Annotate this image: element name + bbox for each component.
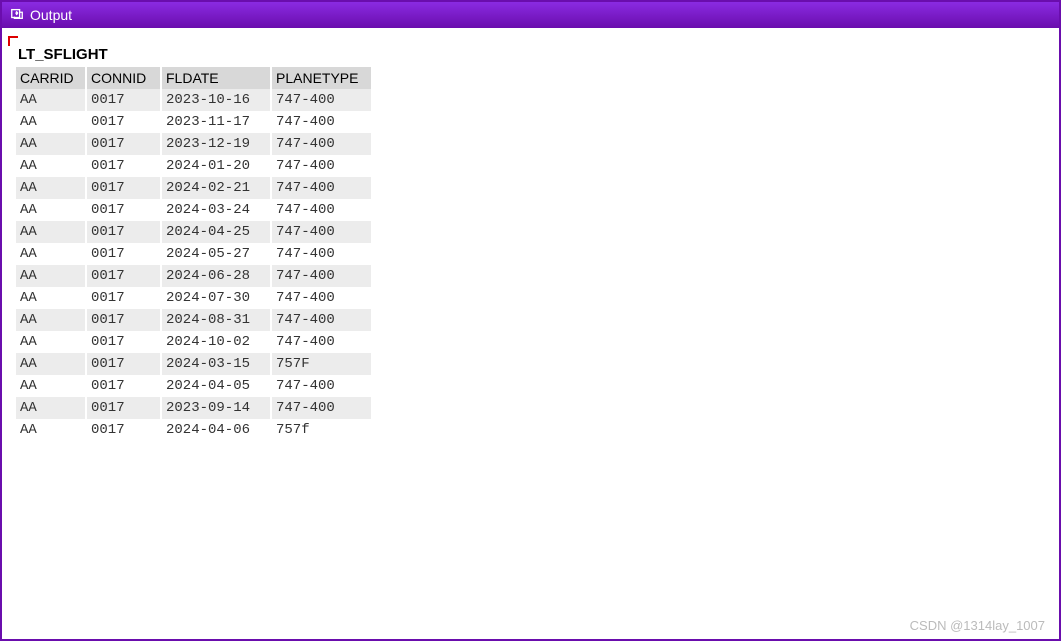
cell-connid: 0017 xyxy=(86,353,161,375)
cell-planetype: 747-400 xyxy=(271,89,371,111)
cell-fldate: 2023-09-14 xyxy=(161,397,271,419)
cell-carrid: AA xyxy=(16,331,86,353)
cell-planetype: 757F xyxy=(271,353,371,375)
cell-carrid: AA xyxy=(16,177,86,199)
content-area: LT_SFLIGHT CARRID CONNID FLDATE PLANETYP… xyxy=(2,28,1059,639)
output-icon xyxy=(10,7,24,24)
cell-fldate: 2024-04-05 xyxy=(161,375,271,397)
titlebar: Output xyxy=(2,2,1059,28)
cell-carrid: AA xyxy=(16,243,86,265)
table-row: AA00172023-11-17747-400 xyxy=(16,111,371,133)
table-row: AA00172024-02-21747-400 xyxy=(16,177,371,199)
table-row: AA00172024-06-28747-400 xyxy=(16,265,371,287)
cell-connid: 0017 xyxy=(86,177,161,199)
table-row: AA00172024-05-27747-400 xyxy=(16,243,371,265)
table-row: AA00172023-12-19747-400 xyxy=(16,133,371,155)
cell-carrid: AA xyxy=(16,221,86,243)
cell-carrid: AA xyxy=(16,309,86,331)
column-header-planetype: PLANETYPE xyxy=(271,67,371,89)
column-header-connid: CONNID xyxy=(86,67,161,89)
table-row: AA00172023-09-14747-400 xyxy=(16,397,371,419)
cell-planetype: 747-400 xyxy=(271,331,371,353)
column-header-carrid: CARRID xyxy=(16,67,86,89)
cell-carrid: AA xyxy=(16,375,86,397)
cell-fldate: 2024-05-27 xyxy=(161,243,271,265)
cell-planetype: 747-400 xyxy=(271,133,371,155)
cell-fldate: 2024-04-25 xyxy=(161,221,271,243)
cell-fldate: 2024-07-30 xyxy=(161,287,271,309)
corner-mark xyxy=(8,36,18,46)
cell-fldate: 2024-10-02 xyxy=(161,331,271,353)
cell-fldate: 2024-03-24 xyxy=(161,199,271,221)
cell-planetype: 747-400 xyxy=(271,221,371,243)
cell-connid: 0017 xyxy=(86,155,161,177)
cell-connid: 0017 xyxy=(86,309,161,331)
cell-planetype: 747-400 xyxy=(271,111,371,133)
cell-planetype: 747-400 xyxy=(271,397,371,419)
cell-connid: 0017 xyxy=(86,199,161,221)
cell-carrid: AA xyxy=(16,111,86,133)
cell-carrid: AA xyxy=(16,155,86,177)
cell-fldate: 2023-11-17 xyxy=(161,111,271,133)
table-row: AA00172024-03-24747-400 xyxy=(16,199,371,221)
cell-carrid: AA xyxy=(16,199,86,221)
watermark: CSDN @1314lay_1007 xyxy=(910,618,1045,633)
cell-carrid: AA xyxy=(16,265,86,287)
cell-fldate: 2023-10-16 xyxy=(161,89,271,111)
table-header-row: CARRID CONNID FLDATE PLANETYPE xyxy=(16,67,371,89)
cell-planetype: 747-400 xyxy=(271,177,371,199)
cell-carrid: AA xyxy=(16,133,86,155)
table-row: AA00172024-04-05747-400 xyxy=(16,375,371,397)
table-row: AA00172024-10-02747-400 xyxy=(16,331,371,353)
cell-connid: 0017 xyxy=(86,221,161,243)
cell-connid: 0017 xyxy=(86,265,161,287)
table-row: AA00172024-08-31747-400 xyxy=(16,309,371,331)
cell-carrid: AA xyxy=(16,287,86,309)
cell-fldate: 2024-08-31 xyxy=(161,309,271,331)
cell-fldate: 2024-04-06 xyxy=(161,419,271,441)
cell-fldate: 2024-02-21 xyxy=(161,177,271,199)
cell-connid: 0017 xyxy=(86,375,161,397)
cell-planetype: 747-400 xyxy=(271,243,371,265)
cell-connid: 0017 xyxy=(86,331,161,353)
table-row: AA00172024-07-30747-400 xyxy=(16,287,371,309)
cell-planetype: 747-400 xyxy=(271,199,371,221)
window-title: Output xyxy=(30,7,72,23)
cell-planetype: 747-400 xyxy=(271,375,371,397)
cell-connid: 0017 xyxy=(86,419,161,441)
cell-planetype: 747-400 xyxy=(271,155,371,177)
cell-carrid: AA xyxy=(16,397,86,419)
cell-fldate: 2024-01-20 xyxy=(161,155,271,177)
data-table: CARRID CONNID FLDATE PLANETYPE AA0017202… xyxy=(16,67,371,441)
column-header-fldate: FLDATE xyxy=(161,67,271,89)
cell-fldate: 2024-03-15 xyxy=(161,353,271,375)
cell-connid: 0017 xyxy=(86,397,161,419)
table-title: LT_SFLIGHT xyxy=(16,46,1045,63)
cell-connid: 0017 xyxy=(86,111,161,133)
cell-carrid: AA xyxy=(16,89,86,111)
cell-carrid: AA xyxy=(16,353,86,375)
cell-fldate: 2024-06-28 xyxy=(161,265,271,287)
cell-fldate: 2023-12-19 xyxy=(161,133,271,155)
cell-connid: 0017 xyxy=(86,89,161,111)
cell-connid: 0017 xyxy=(86,243,161,265)
cell-planetype: 747-400 xyxy=(271,287,371,309)
cell-planetype: 757f xyxy=(271,419,371,441)
cell-planetype: 747-400 xyxy=(271,265,371,287)
output-window: Output LT_SFLIGHT CARRID CONNID FLDATE P… xyxy=(0,0,1061,641)
table-row: AA00172023-10-16747-400 xyxy=(16,89,371,111)
table-row: AA00172024-01-20747-400 xyxy=(16,155,371,177)
cell-connid: 0017 xyxy=(86,287,161,309)
cell-carrid: AA xyxy=(16,419,86,441)
table-row: AA00172024-04-06757f xyxy=(16,419,371,441)
cell-planetype: 747-400 xyxy=(271,309,371,331)
table-row: AA00172024-04-25747-400 xyxy=(16,221,371,243)
table-row: AA00172024-03-15757F xyxy=(16,353,371,375)
cell-connid: 0017 xyxy=(86,133,161,155)
